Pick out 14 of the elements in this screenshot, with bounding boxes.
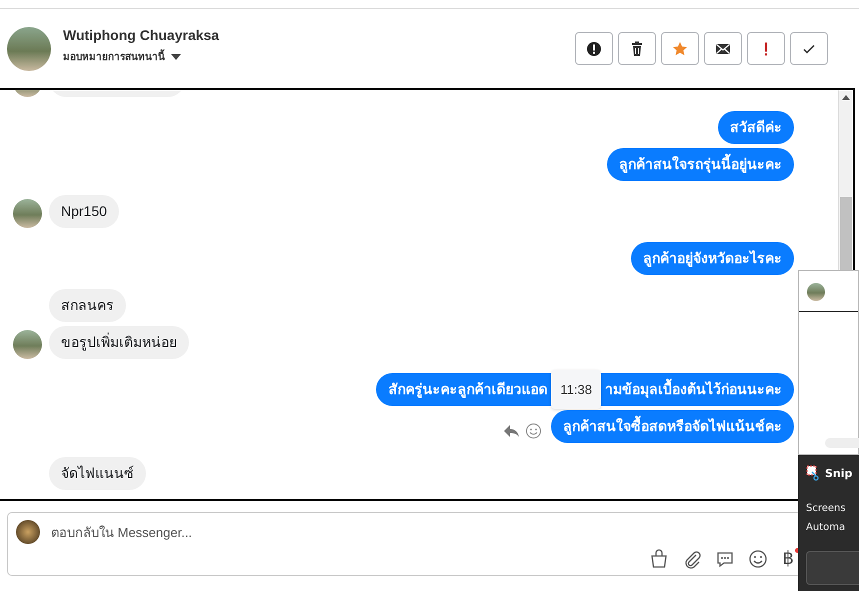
message-bubble: Npr150 — [49, 195, 119, 228]
message-text: ามข้อมุลเบื้องต้นไว้ก่อนนะคะ — [605, 381, 782, 398]
message-bubble: ขอรูปเพิ่มเติมหน่อย — [49, 326, 189, 359]
contact-name: Wutiphong Chuayraksa — [63, 27, 220, 43]
timestamp-tooltip: 11:38 — [551, 370, 601, 409]
notification-text: Automa — [806, 521, 846, 535]
message-bubble: ลูกค้าสนใจรถรุ่นนี้อยู่นะคะ — [607, 148, 794, 181]
message-bubble: สกลนคร — [49, 289, 126, 322]
message-bubble: ลูกค้าสนใจซื้อสดหรือจัดไฟแน้นช์คะ — [551, 410, 794, 443]
message-bubble: ลูกค้าอยู่จังหวัดอะไรคะ — [631, 242, 794, 275]
app-name: Snip — [825, 466, 852, 480]
message-bubble: จัดไฟแนนซ์ — [49, 457, 146, 490]
message-text: สักครู่นะคะลูกค้าเดียวแอด — [388, 381, 548, 398]
message-bubble: สวัสดีค่ะ — [718, 111, 794, 144]
